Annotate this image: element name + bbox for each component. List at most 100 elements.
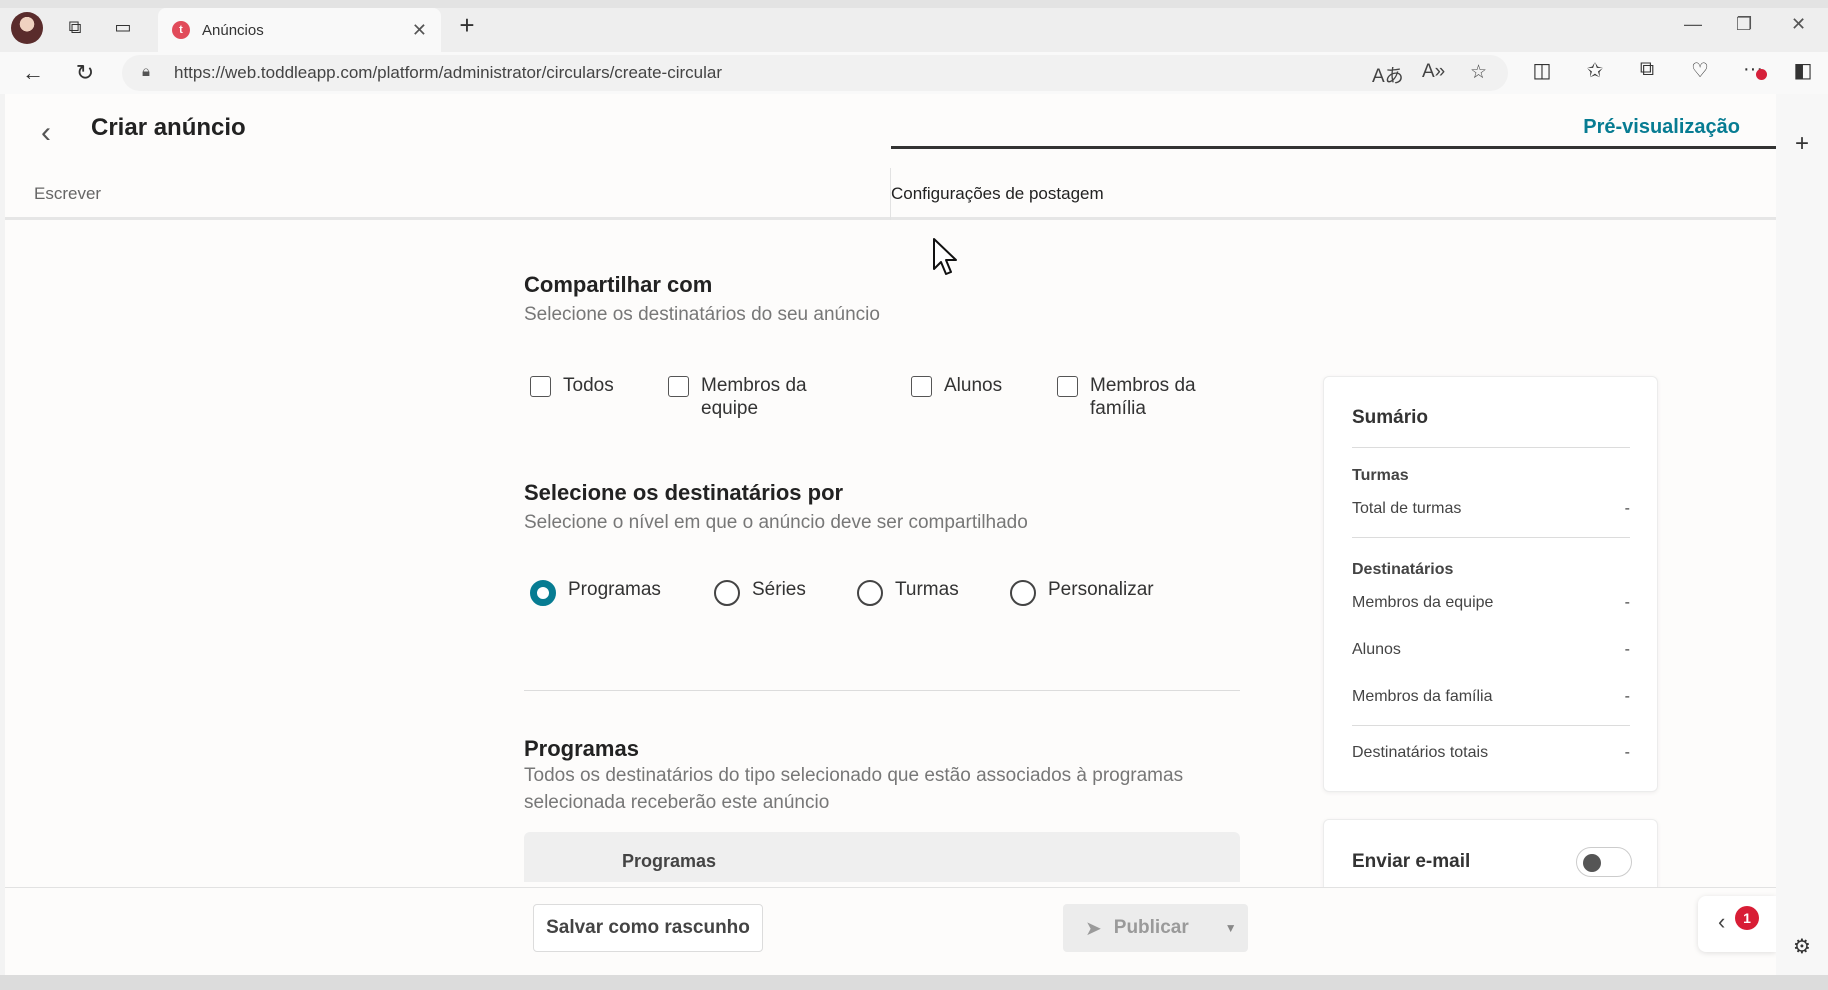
programs-table-header: Programas — [524, 832, 1240, 882]
minimize-icon[interactable]: — — [1684, 14, 1702, 35]
summary-family-label: Membros da família — [1352, 688, 1493, 705]
email-toggle[interactable] — [1576, 847, 1632, 877]
chevron-left-icon: ‹ — [1718, 909, 1726, 934]
radio-grades[interactable]: Séries — [714, 574, 806, 606]
url-text: https://web.toddleapp.com/platform/admin… — [174, 63, 722, 82]
mouse-cursor-icon — [933, 238, 957, 275]
chevron-down-icon[interactable]: ▼ — [1225, 921, 1237, 935]
summary-students-value: - — [1624, 641, 1630, 658]
radio-classes-label: Turmas — [895, 579, 959, 600]
chat-widget[interactable]: ‹ 1 — [1698, 896, 1776, 952]
summary-total-classes-label: Total de turmas — [1352, 500, 1462, 517]
browser-address-bar: ← ↻ 🔒︎ https://web.toddleapp.com/platfor… — [0, 52, 1828, 94]
browser-essentials-icon[interactable]: ♡ — [1685, 58, 1715, 83]
back-chevron-icon[interactable]: ‹ — [41, 116, 51, 150]
checkbox-staff-label: Membros da equipe — [701, 375, 807, 419]
summary-students-row: Alunos - — [1352, 641, 1630, 659]
summary-title: Sumário — [1352, 407, 1429, 428]
browser-tab-bar: ⧉ ▭ t Anúncios ✕ + — ❐ ✕ — [0, 0, 1828, 52]
back-arrow-icon[interactable]: ← — [18, 58, 48, 88]
add-icon[interactable]: + — [1787, 130, 1817, 158]
summary-staff-value: - — [1624, 594, 1630, 611]
summary-total-recipients-value: - — [1624, 744, 1630, 761]
page-header: ‹ Criar anúncio Pré-visualização — [5, 94, 1776, 168]
workspaces-icon[interactable]: ⧉ — [60, 12, 90, 42]
preview-link[interactable]: Pré-visualização — [1583, 116, 1740, 139]
new-tab-icon[interactable]: + — [452, 10, 482, 40]
programs-table-header-label: Programas — [622, 851, 717, 871]
summary-divider — [1352, 537, 1630, 538]
restore-icon[interactable]: ❐ — [1736, 14, 1752, 35]
checkbox-all[interactable]: Todos — [530, 374, 643, 397]
radio-classes[interactable]: Turmas — [857, 574, 959, 606]
checkbox-family-label: Membros da família — [1090, 375, 1196, 419]
checkbox-family[interactable]: Membros da família — [1057, 374, 1210, 420]
email-label: Enviar e-mail — [1352, 851, 1471, 872]
save-draft-button[interactable]: Salvar como rascunho — [533, 904, 763, 952]
browser-side-panel: + ⚙ — [1776, 94, 1828, 975]
summary-family-value: - — [1624, 688, 1630, 705]
checkbox-students-box[interactable] — [911, 376, 932, 397]
radio-grades-dot[interactable] — [714, 580, 740, 606]
publish-button[interactable]: ➤ Publicar ▼ — [1063, 904, 1248, 952]
checkbox-staff[interactable]: Membros da equipe — [668, 374, 821, 420]
checkbox-students[interactable]: Alunos — [911, 374, 1024, 397]
summary-family-row: Membros da família - — [1352, 688, 1630, 706]
summary-divider — [1352, 725, 1630, 726]
sidebar-toggle-icon[interactable]: ◧ — [1788, 58, 1818, 83]
split-screen-icon[interactable]: ◫ — [1527, 58, 1557, 83]
tab-bar: Escrever Configurações de postagem — [5, 168, 1776, 220]
summary-students-label: Alunos — [1352, 641, 1401, 658]
gear-icon[interactable]: ⚙ — [1787, 934, 1817, 959]
close-window-icon[interactable]: ✕ — [1791, 14, 1806, 35]
tab-posting-settings[interactable]: Configurações de postagem — [891, 168, 1104, 220]
publish-label: Publicar — [1113, 917, 1189, 938]
share-subtitle: Selecione os destinatários do seu anúnci… — [524, 304, 880, 325]
window-bottom-edge — [0, 975, 1828, 990]
checkbox-students-label: Alunos — [944, 375, 1003, 396]
radio-customize-dot[interactable] — [1010, 580, 1036, 606]
collections-icon[interactable]: ⧉ — [1632, 58, 1662, 81]
radio-programs-label: Programas — [568, 579, 661, 600]
translate-icon[interactable]: Aあ — [1372, 61, 1404, 88]
settings-content: Compartilhar com Selecione os destinatár… — [5, 222, 1761, 887]
send-icon: ➤ — [1085, 917, 1102, 940]
summary-staff-label: Membros da equipe — [1352, 594, 1494, 611]
radio-classes-dot[interactable] — [857, 580, 883, 606]
favorites-icon[interactable]: ✩ — [1580, 58, 1610, 83]
radio-programs-dot[interactable] — [530, 580, 556, 606]
tab-actions-icon[interactable]: ▭ — [108, 12, 138, 42]
radio-programs[interactable]: Programas — [530, 574, 661, 606]
checkbox-all-box[interactable] — [530, 376, 551, 397]
share-title: Compartilhar com — [524, 272, 713, 297]
radio-customize[interactable]: Personalizar — [1010, 574, 1154, 606]
summary-staff-row: Membros da equipe - — [1352, 594, 1630, 612]
summary-total-classes-value: - — [1624, 500, 1630, 517]
section-divider — [524, 690, 1240, 691]
summary-classes-section: Turmas — [1352, 467, 1409, 484]
profile-avatar[interactable] — [11, 12, 43, 44]
active-tab-underline — [891, 146, 1776, 149]
checkbox-family-box[interactable] — [1057, 376, 1078, 397]
read-aloud-icon[interactable]: A» — [1422, 61, 1445, 83]
chat-notification-badge: 1 — [1735, 906, 1759, 930]
refresh-icon[interactable]: ↻ — [70, 58, 100, 88]
close-tab-icon[interactable]: ✕ — [412, 20, 427, 41]
notification-dot-icon — [1756, 69, 1767, 80]
level-subtitle: Selecione o nível em que o anúncio deve … — [524, 512, 1028, 533]
url-field[interactable]: 🔒︎ https://web.toddleapp.com/platform/ad… — [122, 55, 1508, 91]
summary-total-recipients-label: Destinatários totais — [1352, 744, 1489, 761]
email-card: Enviar e-mail — [1323, 819, 1658, 887]
summary-total-classes-row: Total de turmas - — [1352, 500, 1630, 518]
page-title: Criar anúncio — [91, 114, 246, 141]
browser-tab-active[interactable]: t Anúncios ✕ — [158, 8, 441, 52]
tab-write[interactable]: Escrever — [34, 168, 101, 220]
summary-total-recipients-row: Destinatários totais - — [1352, 744, 1630, 762]
lock-icon: 🔒︎ — [142, 63, 150, 80]
programs-subtitle: Todos os destinatários do tipo seleciona… — [524, 765, 1184, 813]
checkbox-all-label: Todos — [563, 375, 614, 396]
browser-tab-title: Anúncios — [202, 21, 264, 39]
checkbox-staff-box[interactable] — [668, 376, 689, 397]
favorite-star-icon[interactable]: ☆ — [1470, 61, 1487, 84]
programs-title: Programas — [524, 736, 639, 761]
